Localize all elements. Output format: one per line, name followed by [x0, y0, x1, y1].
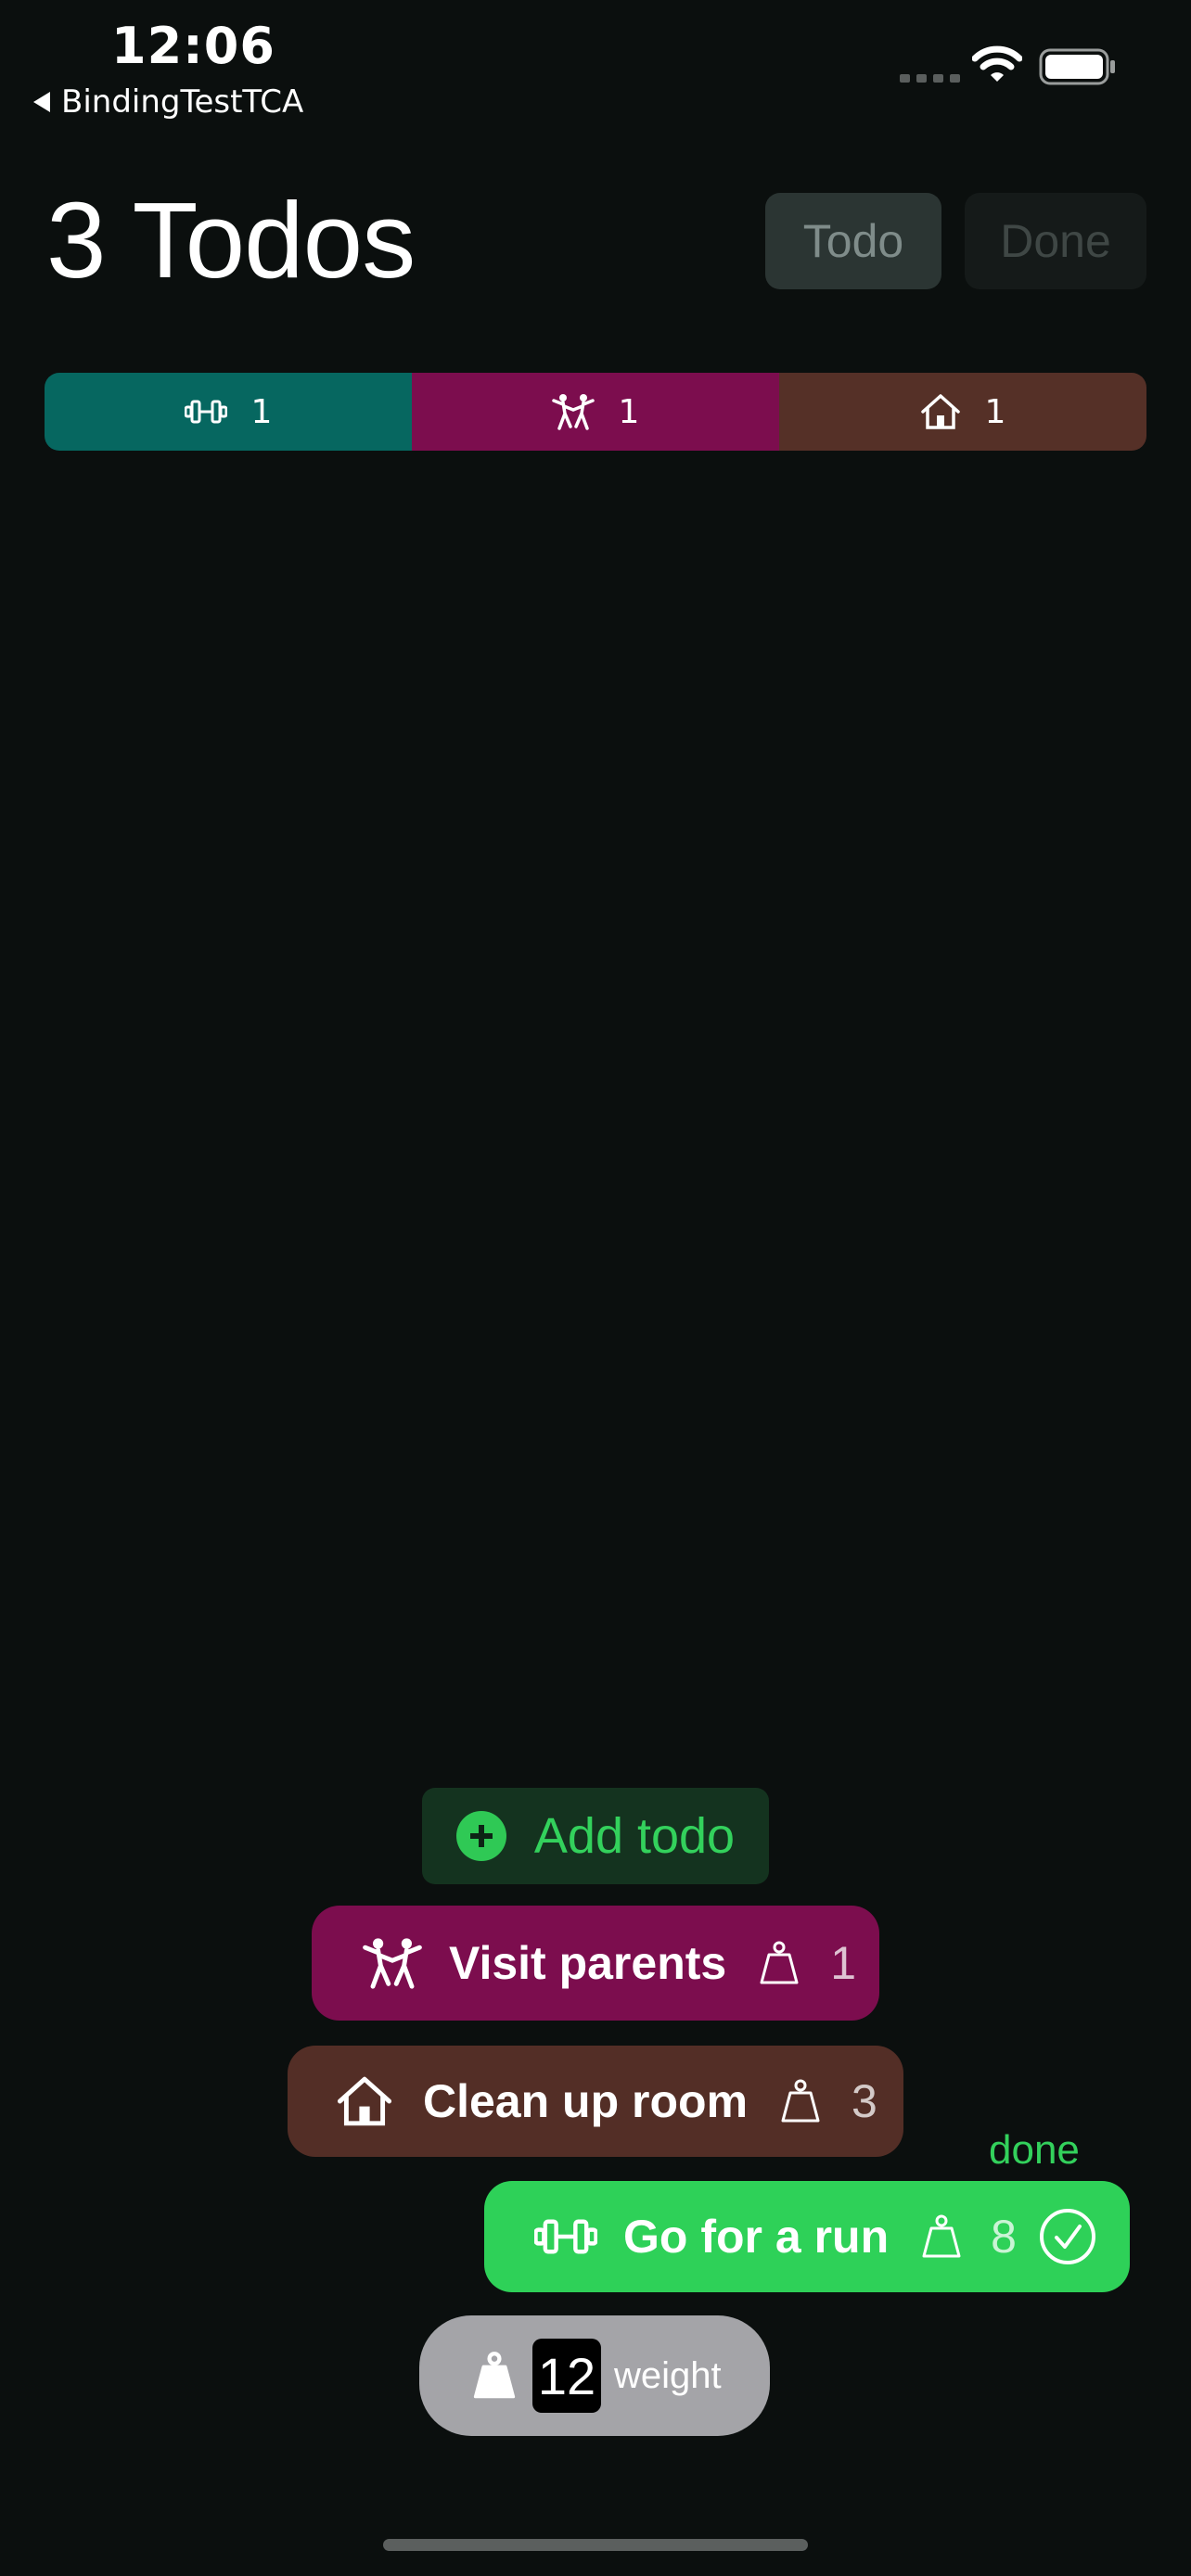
todo-card-go-for-a-run[interactable]: Go for a run 8: [484, 2181, 1130, 2292]
weight-icon: [469, 2351, 519, 2401]
weight-icon: [777, 2078, 824, 2124]
todo-weight: 8: [991, 2211, 1017, 2263]
category-count: 1: [984, 392, 1006, 431]
back-app-label: BindingTestTCA: [61, 83, 304, 121]
wifi-icon: [972, 45, 1022, 82]
category-count: 1: [250, 392, 273, 431]
todo-weight: 3: [852, 2075, 877, 2127]
cellular-signal-icon: [900, 74, 960, 83]
checkmark-circle-icon[interactable]: [1039, 2208, 1096, 2265]
battery-icon: [1039, 48, 1115, 85]
todo-title: Go for a run: [623, 2211, 890, 2263]
status-time: 12:06: [111, 17, 275, 75]
filter-todo-button[interactable]: Todo: [765, 193, 941, 289]
todo-title: Visit parents: [449, 1937, 727, 1989]
add-todo-button[interactable]: Add todo: [422, 1788, 769, 1884]
house-icon: [334, 2075, 395, 2127]
category-fitness[interactable]: 1: [45, 373, 412, 451]
dancing-people-icon: [360, 1937, 425, 1989]
house-icon: [920, 394, 960, 429]
category-family[interactable]: 1: [412, 373, 779, 451]
page-title: 3 Todos: [46, 180, 416, 300]
todo-card-visit-parents[interactable]: Visit parents 1: [312, 1906, 879, 2021]
plus-circle-icon: [455, 1811, 506, 1861]
add-todo-label: Add todo: [533, 1808, 736, 1864]
weight-icon: [756, 1940, 802, 1986]
weight-label: weight: [614, 2354, 722, 2396]
todo-weight: 1: [830, 1937, 857, 1989]
home-indicator[interactable]: [383, 2539, 808, 2551]
weight-icon: [918, 2213, 965, 2260]
back-arrow-icon: [33, 92, 50, 112]
weight-picker[interactable]: 12 weight: [419, 2315, 770, 2436]
category-home[interactable]: 1: [779, 373, 1146, 451]
weight-value[interactable]: 12: [532, 2339, 601, 2413]
category-count: 1: [618, 392, 640, 431]
filter-done-button[interactable]: Done: [965, 193, 1146, 289]
dancing-people-icon: [551, 394, 595, 430]
dumbbell-icon: [532, 2217, 599, 2256]
todo-title: Clean up room: [423, 2075, 749, 2127]
todo-card-clean-up-room[interactable]: Clean up room 3: [288, 2046, 903, 2157]
category-summary-bar: 1 1 1: [45, 373, 1146, 451]
dumbbell-icon: [184, 400, 227, 424]
done-status-label: done: [989, 2127, 1080, 2173]
back-to-app-button[interactable]: BindingTestTCA: [33, 83, 303, 121]
